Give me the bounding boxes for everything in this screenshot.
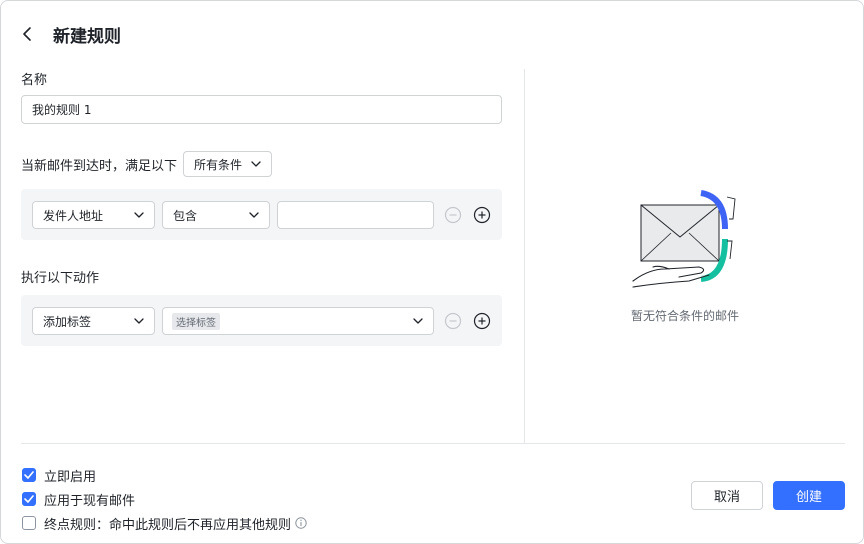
name-label: 名称 (21, 73, 48, 88)
empty-mail-illustration (632, 190, 736, 288)
condition-prefix: 当新邮件到达时，满足以下 (21, 158, 178, 174)
new-rule-dialog: 新建规则 名称 当新邮件到达时，满足以下 所有条件 发件人地址 包含 (0, 0, 864, 544)
check-icon (24, 495, 34, 503)
condition-operator-value: 包含 (173, 208, 198, 223)
chevron-down-icon (413, 318, 423, 324)
checkbox-unchecked[interactable] (22, 516, 36, 530)
rule-name-input[interactable] (21, 95, 502, 124)
condition-row: 当新邮件到达时，满足以下 所有条件 (21, 151, 273, 177)
condition-mode-select[interactable]: 所有条件 (183, 151, 273, 177)
remove-action-icon[interactable] (444, 312, 462, 330)
create-button[interactable]: 创建 (773, 481, 845, 510)
action-label: 执行以下动作 (21, 271, 100, 286)
option-enable-now[interactable]: 立即启用 (22, 463, 307, 487)
option-label: 立即启用 (44, 469, 97, 485)
add-action-icon[interactable] (473, 312, 491, 330)
rule-options: 立即启用 应用于现有邮件 终点规则：命中此规则后不再应用其他规则 (22, 463, 307, 535)
page-title: 新建规则 (53, 26, 121, 47)
horizontal-divider (21, 443, 845, 444)
add-condition-icon[interactable] (473, 206, 491, 224)
option-apply-existing[interactable]: 应用于现有邮件 (22, 487, 307, 511)
condition-value-input[interactable] (277, 201, 434, 229)
tag-select[interactable]: 选择标签 (162, 307, 434, 335)
chevron-down-icon (249, 212, 259, 218)
vertical-divider (524, 69, 525, 443)
action-panel: 添加标签 选择标签 (21, 295, 502, 346)
condition-field-select[interactable]: 发件人地址 (32, 201, 155, 229)
info-icon[interactable] (295, 517, 307, 529)
back-button[interactable] (21, 19, 43, 49)
checkbox-checked[interactable] (22, 468, 36, 482)
action-type-select[interactable]: 添加标签 (32, 307, 155, 335)
cancel-button[interactable]: 取消 (691, 481, 763, 510)
tag-placeholder: 选择标签 (172, 312, 220, 330)
condition-field-value: 发件人地址 (43, 208, 104, 223)
chevron-down-icon (134, 212, 144, 218)
header: 新建规则 (21, 19, 121, 49)
chevron-down-icon (134, 318, 144, 324)
option-label: 应用于现有邮件 (44, 493, 136, 509)
condition-panel: 发件人地址 包含 (21, 189, 502, 240)
empty-preview-text: 暂无符合条件的邮件 (630, 309, 739, 323)
condition-mode-value: 所有条件 (194, 157, 243, 172)
condition-operator-select[interactable]: 包含 (162, 201, 270, 229)
chevron-down-icon (251, 161, 261, 167)
chevron-left-icon (23, 27, 31, 41)
remove-condition-icon[interactable] (444, 206, 462, 224)
option-terminal-rule[interactable]: 终点规则：命中此规则后不再应用其他规则 (22, 511, 307, 535)
option-label: 终点规则：命中此规则后不再应用其他规则 (44, 517, 292, 533)
action-type-value: 添加标签 (43, 314, 92, 329)
checkbox-checked[interactable] (22, 492, 36, 506)
check-icon (24, 471, 34, 479)
